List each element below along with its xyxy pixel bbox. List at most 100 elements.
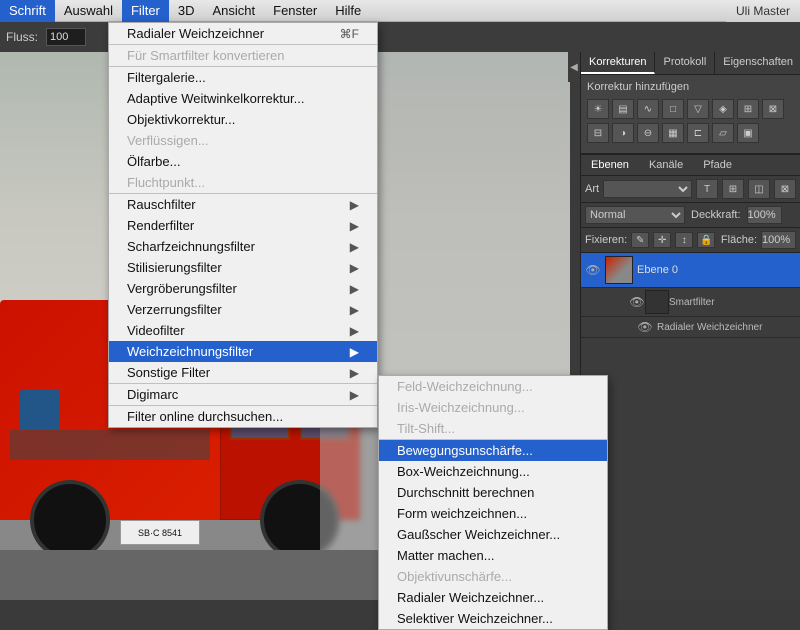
art-label: Art	[585, 183, 599, 195]
menu-hilfe[interactable]: Hilfe	[326, 0, 370, 22]
arrow-vergroeb: ▶	[350, 282, 359, 296]
submenu-box[interactable]: Box-Weichzeichnung...	[379, 461, 607, 482]
menu-online[interactable]: Filter online durchsuchen...	[109, 406, 377, 427]
arrow-rausch: ▶	[350, 198, 359, 212]
flaeche-label: Fläche:	[721, 234, 757, 246]
mode-row: Normal Deckkraft:	[581, 203, 800, 228]
correction-icons-row2: ⊟ ◑ ⊖ ▦ ⊏ ▱ ▣	[587, 123, 794, 143]
tab-ebenen[interactable]: Ebenen	[581, 155, 639, 175]
submenu-gauss[interactable]: Gaußscher Weichzeichner...	[379, 524, 607, 545]
menu-bar: Schrift Auswahl Filter 3D Ansicht Fenste…	[0, 0, 800, 22]
fix-icon4[interactable]: 🔒	[697, 232, 715, 248]
ebenen-tool4[interactable]: ⊠	[774, 179, 796, 199]
menu-smartfilter: Für Smartfilter konvertieren	[109, 45, 377, 66]
menu-verfluessigen: Verflüssigen...	[109, 130, 377, 151]
corr-hue-icon[interactable]: ◈	[712, 99, 734, 119]
fluss-input[interactable]	[46, 28, 86, 46]
corr-curves-icon[interactable]: ∿	[637, 99, 659, 119]
corr-colorbalance-icon[interactable]: ⊞	[737, 99, 759, 119]
radialer-row[interactable]: 👁 Radialer Weichzeichner	[581, 317, 800, 338]
fixieren-label: Fixieren:	[585, 234, 627, 246]
ebenen-tool2[interactable]: ⊞	[722, 179, 744, 199]
deckkraft-label: Deckkraft:	[691, 209, 741, 221]
tab-protokoll[interactable]: Protokoll	[655, 52, 715, 74]
submenu-matter[interactable]: Matter machen...	[379, 545, 607, 566]
menu-radialer-weichzeichner[interactable]: Radialer Weichzeichner ⌘F	[109, 23, 377, 44]
menu-fluchtpunkt: Fluchtpunkt...	[109, 172, 377, 193]
tab-eigenschaften[interactable]: Eigenschaften	[715, 52, 800, 74]
shortcut-radialer: ⌘F	[340, 27, 359, 41]
menu-stilisierung[interactable]: Stilisierungsfilter ▶	[109, 257, 377, 278]
corr-threshold-icon[interactable]: ⊏	[687, 123, 709, 143]
ebenen-tool3[interactable]: ◫	[748, 179, 770, 199]
tab-korrekturen[interactable]: Korrekturen	[581, 52, 655, 74]
license-plate: SB·C 8541	[120, 520, 200, 545]
corr-selectivecolor-icon[interactable]: ▣	[737, 123, 759, 143]
corr-photofilt-icon[interactable]: ⊠	[762, 99, 784, 119]
corr-posterize-icon[interactable]: ▦	[662, 123, 684, 143]
menu-3d[interactable]: 3D	[169, 0, 204, 22]
corr-bw-icon[interactable]: ◑	[612, 123, 634, 143]
ebenen-toolbar: Art T ⊞ ◫ ⊠	[581, 176, 800, 203]
menu-weichzeichnung[interactable]: Weichzeichnungsfilter ▶	[109, 341, 377, 362]
arrow-sonstige: ▶	[350, 366, 359, 380]
menu-objektiv[interactable]: Objektivkorrektur...	[109, 109, 377, 130]
menu-filtergalerie[interactable]: Filtergalerie...	[109, 67, 377, 88]
menu-renderfilter[interactable]: Renderfilter ▶	[109, 215, 377, 236]
arrow-digimarc: ▶	[350, 388, 359, 402]
layer-eye-ebene0[interactable]: 👁	[585, 262, 601, 278]
menu-filter[interactable]: Filter	[122, 0, 169, 22]
layer-eye-smartfilter[interactable]: 👁	[629, 294, 645, 310]
submenu-radialer[interactable]: Radialer Weichzeichner...	[379, 587, 607, 608]
menu-rauschfilter[interactable]: Rauschfilter ▶	[109, 194, 377, 215]
menu-verzerrung[interactable]: Verzerrungsfilter ▶	[109, 299, 377, 320]
corr-brightness-icon[interactable]: ☀	[587, 99, 609, 119]
menu-ansicht[interactable]: Ansicht	[204, 0, 265, 22]
corr-gradient-icon[interactable]: ▱	[712, 123, 734, 143]
menu-auswahl[interactable]: Auswahl	[55, 0, 122, 22]
fluss-label: Fluss:	[6, 30, 38, 44]
submenu-objektiv: Objektivunschärfe...	[379, 566, 607, 587]
arrow-scharf: ▶	[350, 240, 359, 254]
smartfilter-row: 👁 Smartfilter	[581, 288, 800, 317]
arrow-video: ▶	[350, 324, 359, 338]
user-badge: Uli Master	[726, 0, 800, 22]
menu-sonstige[interactable]: Sonstige Filter ▶	[109, 362, 377, 383]
layer-thumb-smartfilter	[645, 290, 669, 314]
fix-icon2[interactable]: ✛	[653, 232, 671, 248]
corr-invert-icon[interactable]: ⊖	[637, 123, 659, 143]
submenu-selektiv[interactable]: Selektiver Weichzeichner...	[379, 608, 607, 629]
menu-vergroeb[interactable]: Vergröberungsfilter ▶	[109, 278, 377, 299]
tab-kanaele[interactable]: Kanäle	[639, 155, 693, 175]
korrekturen-body: Korrektur hinzufügen ☀ ▤ ∿ □ ▽ ◈ ⊞ ⊠ ⊟ ◑…	[581, 75, 800, 153]
arrow-weich: ▶	[350, 345, 359, 359]
menu-scharfzeichnung[interactable]: Scharfzeichnungsfilter ▶	[109, 236, 377, 257]
corr-exposure-icon[interactable]: □	[662, 99, 684, 119]
art-select[interactable]	[603, 180, 692, 198]
menu-fenster[interactable]: Fenster	[264, 0, 326, 22]
tab-pfade[interactable]: Pfade	[693, 155, 742, 175]
menu-video[interactable]: Videofilter ▶	[109, 320, 377, 341]
panel-collapse-button[interactable]: ◀	[568, 52, 580, 82]
submenu-form[interactable]: Form weichzeichnen...	[379, 503, 607, 524]
ebenen-tabs: Ebenen Kanäle Pfade	[581, 154, 800, 176]
ebenen-tool1[interactable]: T	[696, 179, 718, 199]
menu-adaptive[interactable]: Adaptive Weitwinkelkorrektur...	[109, 88, 377, 109]
menu-oel[interactable]: Ölfarbe...	[109, 151, 377, 172]
opacity-input[interactable]	[747, 206, 782, 224]
layer-item-ebene0[interactable]: 👁 Ebene 0	[581, 253, 800, 288]
fix-icon3[interactable]: ↕	[675, 232, 693, 248]
corr-levels-icon[interactable]: ▤	[612, 99, 634, 119]
corr-vibrance-icon[interactable]: ▽	[687, 99, 709, 119]
layer-eye-radialer[interactable]: 👁	[637, 319, 653, 335]
blend-mode-select[interactable]: Normal	[585, 206, 685, 224]
submenu-bewegung[interactable]: Bewegungsunschärfe...	[379, 440, 607, 461]
fix-icon1[interactable]: ✎	[631, 232, 649, 248]
corr-channel-icon[interactable]: ⊟	[587, 123, 609, 143]
menu-schrift[interactable]: Schrift	[0, 0, 55, 22]
menu-digimarc[interactable]: Digimarc ▶	[109, 384, 377, 405]
flaeche-input[interactable]	[761, 231, 796, 249]
submenu-durchschnitt[interactable]: Durchschnitt berechnen	[379, 482, 607, 503]
layer-name-ebene0: Ebene 0	[637, 264, 796, 276]
submenu-tilt: Tilt-Shift...	[379, 418, 607, 439]
